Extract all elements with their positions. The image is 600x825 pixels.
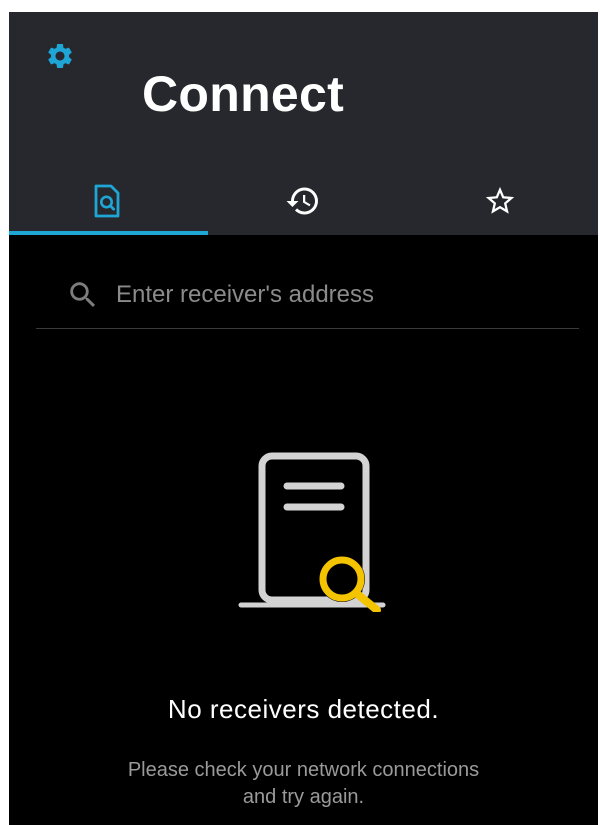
tab-discover[interactable] <box>9 166 205 235</box>
gear-icon <box>48 44 72 68</box>
tab-favorites[interactable] <box>402 166 598 235</box>
tab-bar <box>9 166 598 235</box>
receiver-address-input[interactable] <box>116 273 579 317</box>
settings-button[interactable] <box>42 38 78 74</box>
empty-state-message-line: and try again. <box>242 786 365 808</box>
page-title: Connect <box>142 66 345 122</box>
star-outline-icon <box>485 186 514 214</box>
history-icon <box>286 187 319 215</box>
document-magnifier-illustration <box>238 452 386 612</box>
search-icon <box>63 275 103 315</box>
document-search-icon <box>94 184 120 217</box>
app-window: Connect Enter receiver's address No rece… <box>9 12 598 825</box>
app-bar: Connect <box>9 12 598 235</box>
empty-state-title: No receivers detected. <box>167 694 440 724</box>
active-tab-indicator <box>9 231 208 235</box>
tab-history[interactable] <box>205 166 401 235</box>
empty-state-message-line: Please check your network connections <box>127 759 480 781</box>
empty-state-message: Please check your network connections an… <box>9 757 598 811</box>
search-bar <box>36 262 579 329</box>
